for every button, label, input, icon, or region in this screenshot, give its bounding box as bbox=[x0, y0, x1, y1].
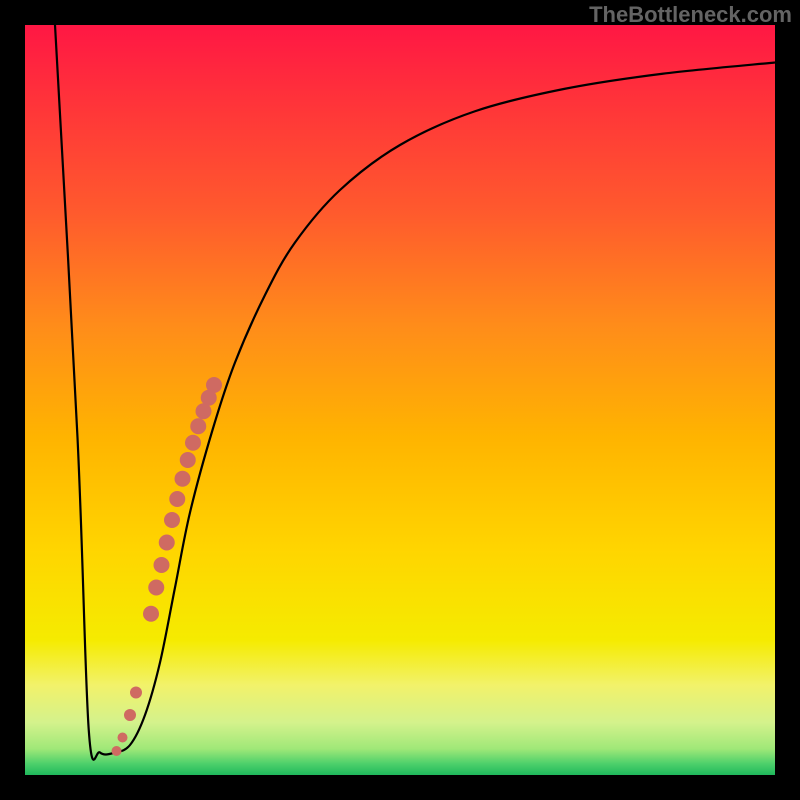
data-point bbox=[169, 491, 185, 507]
data-point bbox=[112, 746, 122, 756]
data-point bbox=[190, 418, 206, 434]
data-point bbox=[206, 377, 222, 393]
curve-layer bbox=[25, 25, 775, 775]
attribution-label: TheBottleneck.com bbox=[589, 2, 792, 28]
data-point bbox=[148, 580, 164, 596]
data-point bbox=[130, 687, 142, 699]
plot-area bbox=[25, 25, 775, 775]
data-point bbox=[164, 512, 180, 528]
bottleneck-curve bbox=[55, 25, 775, 760]
marker-group bbox=[112, 377, 223, 756]
data-point bbox=[180, 452, 196, 468]
data-point bbox=[143, 606, 159, 622]
data-point bbox=[154, 557, 170, 573]
data-point bbox=[159, 535, 175, 551]
data-point bbox=[118, 733, 128, 743]
data-point bbox=[175, 471, 191, 487]
data-point bbox=[124, 709, 136, 721]
data-point bbox=[185, 435, 201, 451]
